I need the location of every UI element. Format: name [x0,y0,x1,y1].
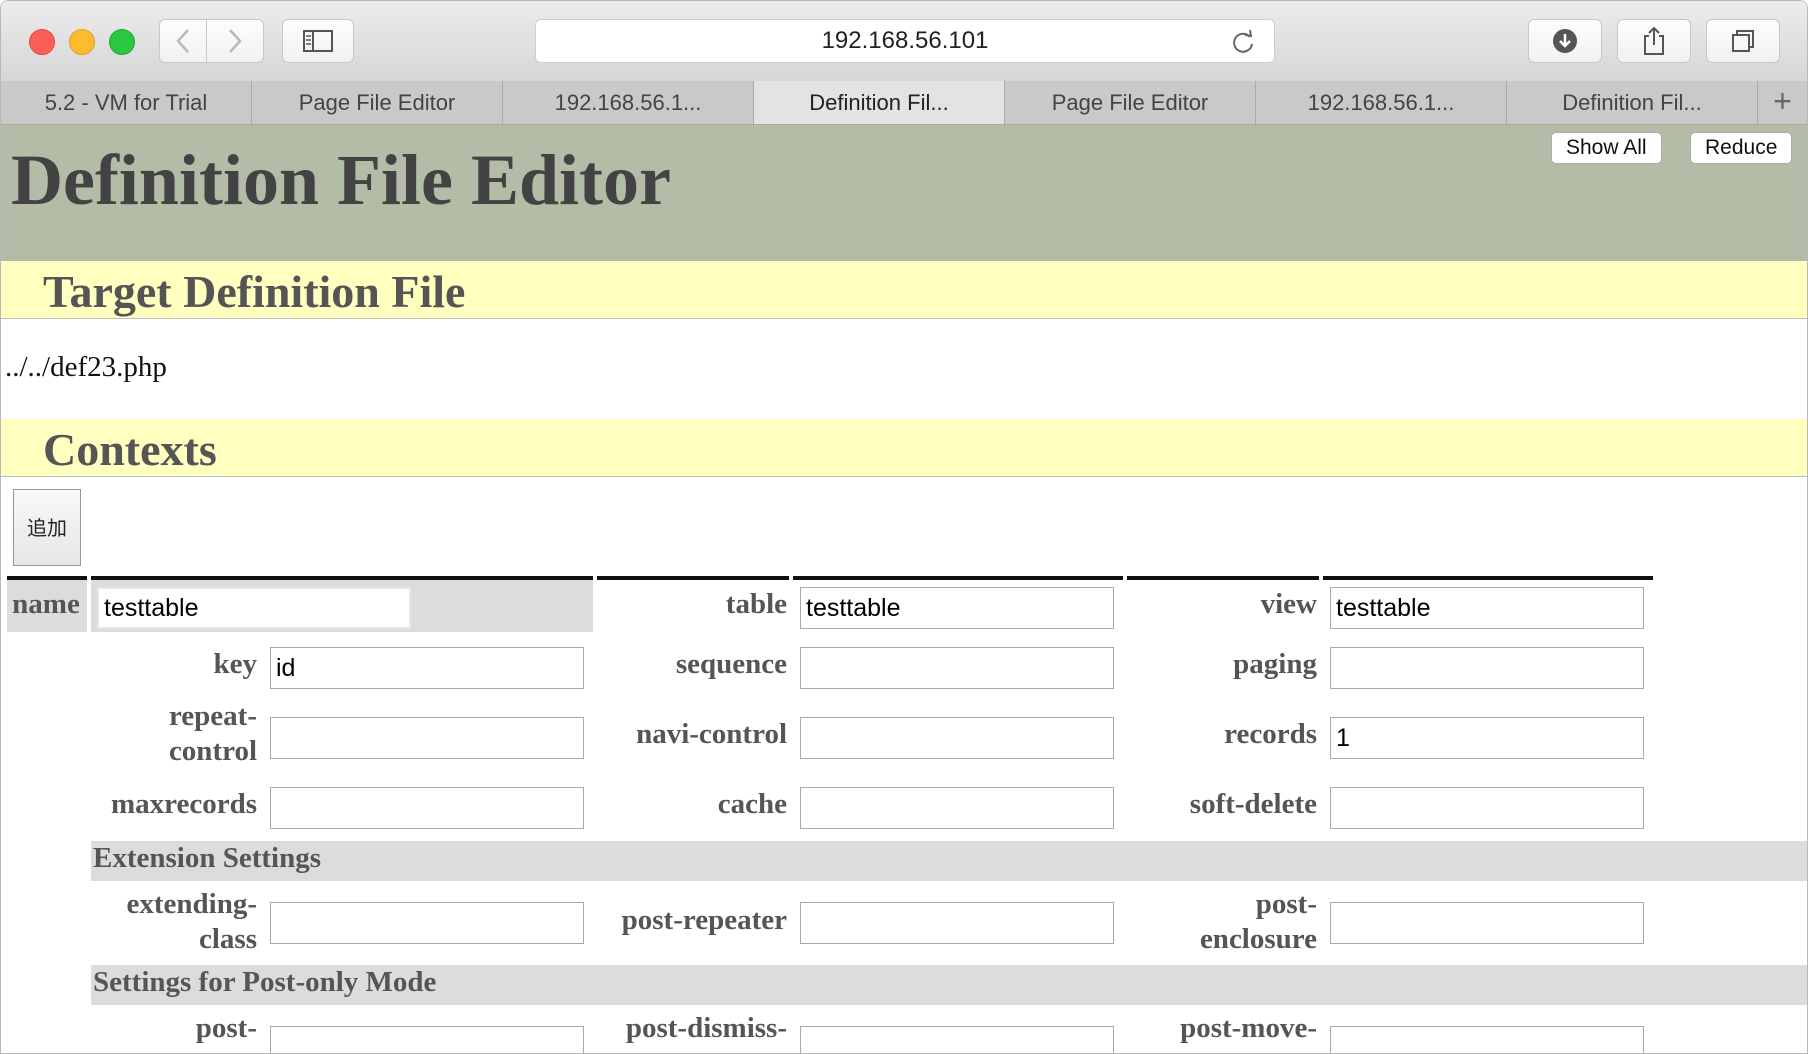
post-only-settings-header: Settings for Post-only Mode [91,965,1807,1005]
records-label: records [1224,718,1317,750]
address-bar[interactable]: 192.168.56.101 [535,19,1275,63]
target-path: ../../def23.php [5,351,167,383]
sequence-input[interactable] [800,647,1114,689]
paging-input[interactable] [1330,647,1644,689]
name-input[interactable] [97,587,411,629]
target-heading: Target Definition File [43,266,466,317]
tab-label: Definition Fil... [809,90,949,115]
close-window-button[interactable] [29,29,55,55]
extension-heading: Extension Settings [93,842,322,874]
post-repeater-label: post-repeater [621,904,787,936]
sequence-label: sequence [675,648,787,680]
post-repeater-input[interactable] [800,902,1114,944]
navi-control-input[interactable] [800,717,1114,759]
tab-definition-file-2[interactable]: Definition Fil... [1507,81,1758,124]
navi-control-label: navi-control [636,718,787,750]
back-button[interactable] [159,19,207,63]
extending-class-input[interactable] [270,902,584,944]
post-dismiss-label: post-dismiss- [625,1012,787,1044]
tab-page-file-editor[interactable]: Page File Editor [252,81,503,124]
tab-label: 5.2 - VM for Trial [44,90,208,115]
contexts-heading: Contexts [43,424,217,475]
post-only-heading: Settings for Post-only Mode [93,966,437,998]
tab-ip-address-2[interactable]: 192.168.56.1... [1256,81,1507,124]
minimize-window-button[interactable] [69,29,95,55]
target-section-header: Target Definition File [1,261,1807,319]
tab-label: 192.168.56.1... [1307,90,1455,115]
tab-label: Page File Editor [1051,90,1209,115]
page-title: Definition File Editor [11,140,671,220]
reload-icon[interactable] [1230,29,1256,55]
tab-ip-address[interactable]: 192.168.56.1... [503,81,754,124]
key-input[interactable] [270,647,584,689]
records-input[interactable] [1330,717,1644,759]
url-text: 192.168.56.101 [821,27,989,54]
post-move-label: post-move- [1180,1012,1317,1044]
post-input[interactable] [270,1026,584,1053]
browser-toolbar: 192.168.56.101 [1,1,1807,82]
paging-label: paging [1233,648,1317,680]
extending-class-label: extending-class [126,888,258,955]
post-label: post- [195,1012,257,1044]
tab-overview-button[interactable] [1706,19,1780,63]
sidebar-button[interactable] [282,19,354,63]
show-all-button[interactable]: Show All [1551,132,1662,164]
extension-settings-header: Extension Settings [91,841,1807,881]
maxrecords-input[interactable] [270,787,584,829]
cache-input[interactable] [800,787,1114,829]
download-icon [1553,29,1577,53]
add-button-label: 追加 [27,516,67,540]
contexts-section-header: Contexts [1,419,1807,477]
reduce-button[interactable]: Reduce [1690,132,1793,164]
downloads-button[interactable] [1528,19,1602,63]
soft-delete-input[interactable] [1330,787,1644,829]
tab-definition-file-active[interactable]: Definition Fil... [754,81,1005,124]
chevron-left-icon [176,29,189,53]
zoom-window-button[interactable] [109,29,135,55]
column-rule [597,576,789,580]
share-button[interactable] [1617,19,1691,63]
column-rule [1323,576,1653,580]
key-label: key [213,648,258,680]
chevron-right-icon [229,29,242,53]
tab-label: Definition Fil... [1562,90,1702,115]
tabs-icon [1732,30,1754,52]
post-dismiss-input[interactable] [800,1026,1114,1053]
view-input[interactable] [1330,587,1644,629]
view-label: view [1260,588,1317,620]
repeat-control-label: repeat-control [168,700,257,767]
tab-label: 192.168.56.1... [554,90,702,115]
column-rule [793,576,1123,580]
post-enclosure-label: post-enclosure [1199,888,1317,955]
add-context-button[interactable]: 追加 [13,489,81,566]
share-icon [1644,26,1664,55]
repeat-control-input[interactable] [270,717,584,759]
post-move-input[interactable] [1330,1026,1644,1053]
forward-button[interactable] [206,19,264,63]
tab-vm-trial[interactable]: 5.2 - VM for Trial [1,81,252,124]
maxrecords-label: maxrecords [110,788,257,820]
page-content: Definition File Editor Show All Reduce T… [1,125,1807,1053]
name-label: name [12,588,80,620]
table-input[interactable] [800,587,1114,629]
tab-page-file-editor-2[interactable]: Page File Editor [1005,81,1256,124]
new-tab-button[interactable]: + [1758,81,1807,124]
tab-bar: 5.2 - VM for Trial Page File Editor 192.… [1,81,1807,125]
tab-label: Page File Editor [298,90,456,115]
table-label: table [725,588,787,620]
sidebar-icon [303,30,333,52]
post-enclosure-input[interactable] [1330,902,1644,944]
soft-delete-label: soft-delete [1189,788,1317,820]
browser-window: 192.168.56.101 5.2 - VM for Trial Page F… [0,0,1808,1054]
page-header: Definition File Editor Show All Reduce [1,125,1807,261]
column-rule [1127,576,1319,580]
plus-icon: + [1773,83,1792,119]
cache-label: cache [717,788,787,820]
